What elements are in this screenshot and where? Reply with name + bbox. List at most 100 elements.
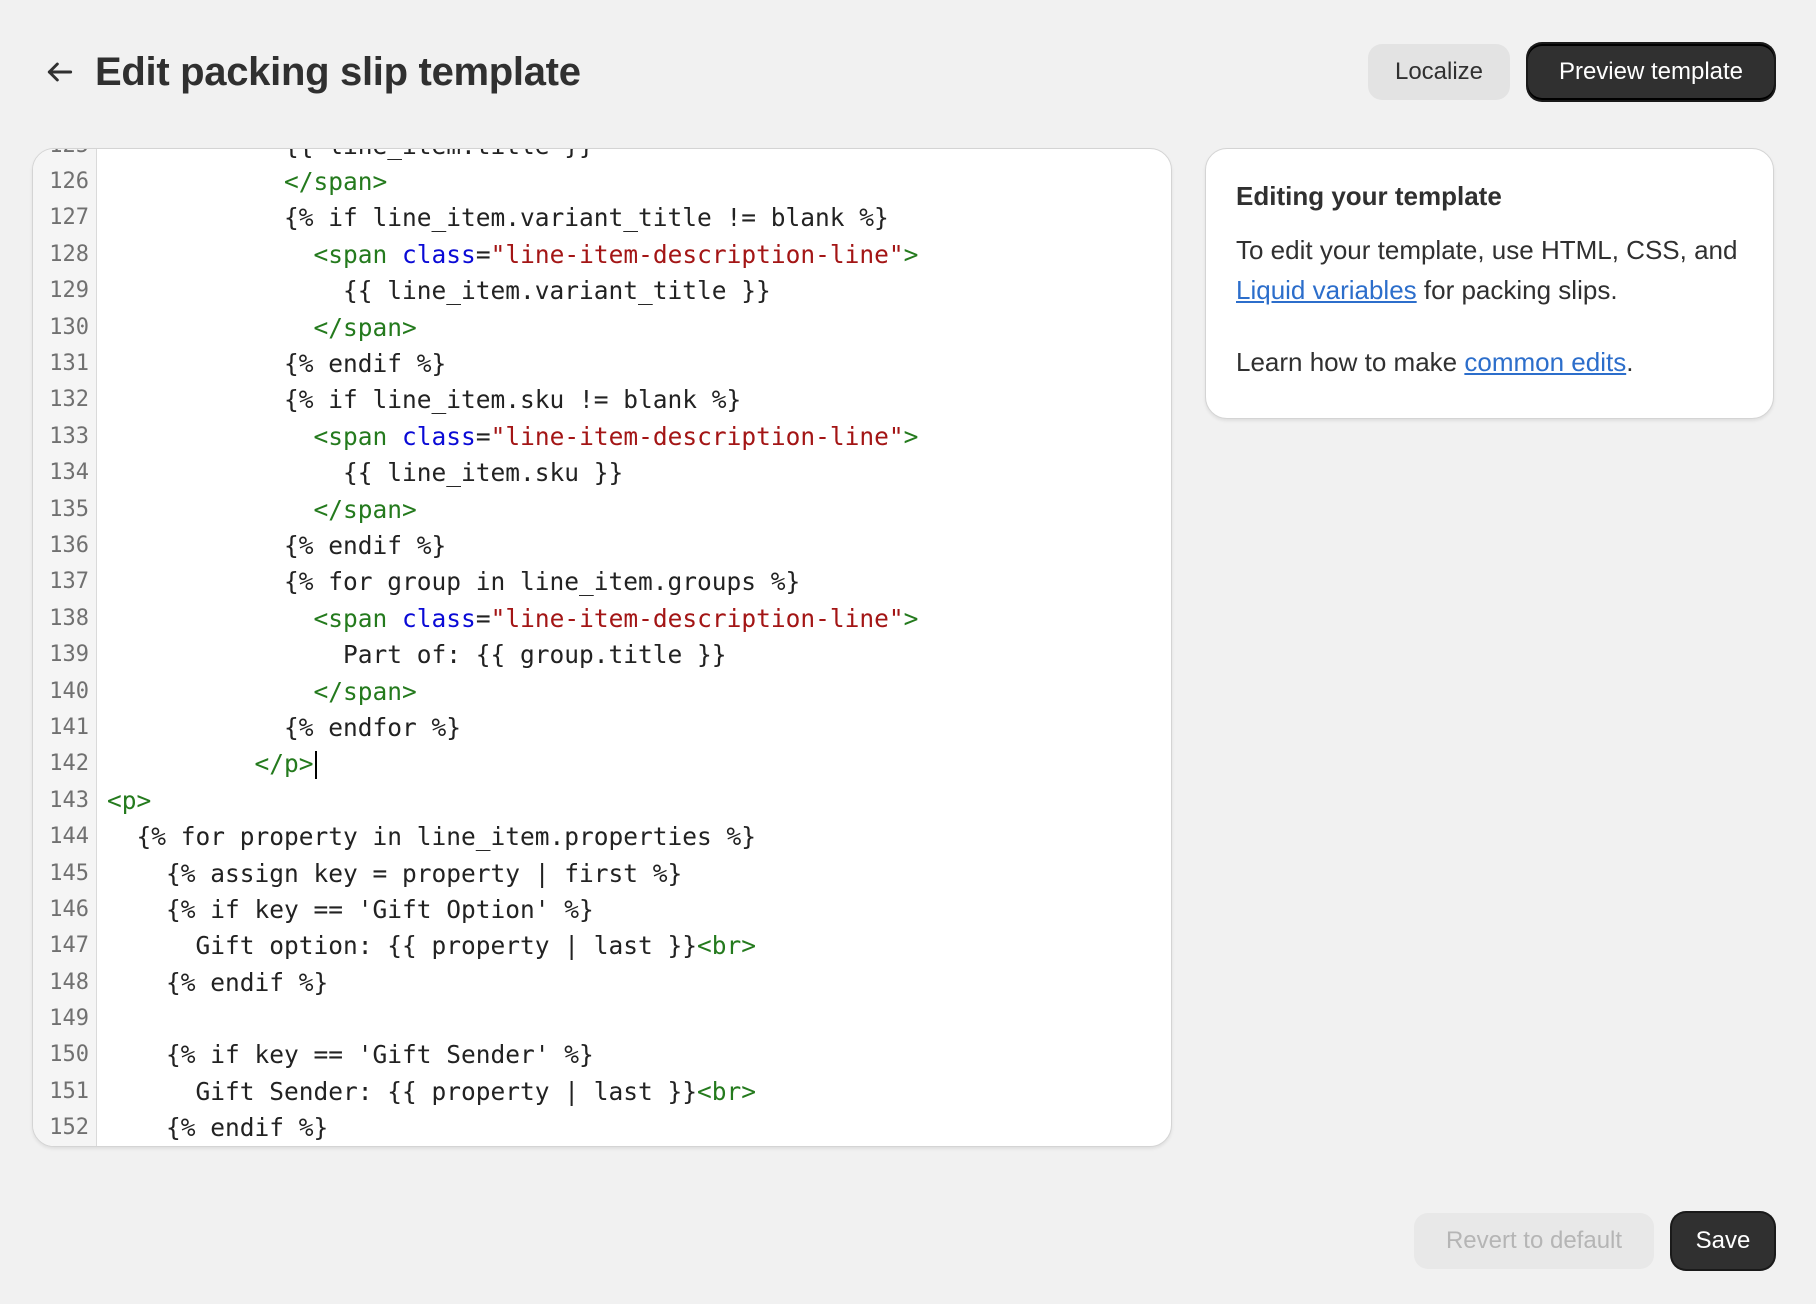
preview-template-button[interactable]: Preview template xyxy=(1528,44,1774,100)
code-line[interactable]: 148 {% endif %} xyxy=(33,964,1171,1000)
line-number: 133 xyxy=(49,423,89,449)
code-line[interactable]: 143 <p> xyxy=(33,782,1171,818)
code-line[interactable]: 142 </p> xyxy=(33,746,1171,782)
line-number: 145 xyxy=(49,860,89,886)
code-line[interactable]: 127 {% if line_item.variant_title != bla… xyxy=(33,200,1171,236)
line-number: 151 xyxy=(49,1078,89,1104)
liquid-variables-link[interactable]: Liquid variables xyxy=(1236,275,1417,305)
code-line[interactable]: 150 {% if key == 'Gift Sender' %} xyxy=(33,1037,1171,1073)
code-line[interactable]: 152 {% endif %} xyxy=(33,1110,1171,1146)
code-text[interactable]: {% endif %} xyxy=(97,1113,328,1142)
code-text[interactable]: Gift option: {{ property | last }}<br> xyxy=(97,931,757,960)
footer-actions: Revert to default Save xyxy=(1414,1213,1774,1269)
revert-to-default-button[interactable]: Revert to default xyxy=(1414,1213,1654,1269)
code-lines[interactable]: 125 {{ line_item.title }}126 </span>127 … xyxy=(33,149,1171,1146)
code-text[interactable]: <span class="line-item-description-line"… xyxy=(97,604,919,633)
code-editor[interactable]: 125 {{ line_item.title }}126 </span>127 … xyxy=(32,148,1172,1147)
code-line[interactable]: 129 {{ line_item.variant_title }} xyxy=(33,273,1171,309)
localize-button[interactable]: Localize xyxy=(1368,44,1510,100)
help-text: . xyxy=(1626,347,1634,377)
code-text[interactable]: <span class="line-item-description-line"… xyxy=(97,422,919,451)
page-title: Edit packing slip template xyxy=(95,50,581,94)
code-line[interactable]: 128 <span class="line-item-description-l… xyxy=(33,236,1171,272)
help-text: To edit your template, use HTML, CSS, an… xyxy=(1236,235,1738,265)
code-text[interactable]: {% if key == 'Gift Option' %} xyxy=(97,895,594,924)
line-number: 142 xyxy=(49,751,89,777)
code-line[interactable]: 132 {% if line_item.sku != blank %} xyxy=(33,382,1171,418)
line-number: 125 xyxy=(33,149,97,158)
help-title: Editing your template xyxy=(1236,181,1502,211)
line-number: 127 xyxy=(49,205,89,231)
back-button[interactable] xyxy=(38,50,82,94)
code-text[interactable]: {% if line_item.variant_title != blank %… xyxy=(97,203,889,232)
code-text[interactable]: </span> xyxy=(97,495,417,524)
code-text[interactable]: <p> xyxy=(97,786,151,815)
code-line[interactable]: 151 Gift Sender: {{ property | last }}<b… xyxy=(33,1073,1171,1109)
help-paragraph-edits: Learn how to make common edits. xyxy=(1236,342,1743,382)
code-line[interactable]: 135 </span> xyxy=(33,491,1171,527)
code-text[interactable]: {% if line_item.sku != blank %} xyxy=(97,385,741,414)
code-line[interactable]: 141 {% endfor %} xyxy=(33,709,1171,745)
code-line[interactable]: 139 Part of: {{ group.title }} xyxy=(33,636,1171,672)
line-number: 150 xyxy=(49,1042,89,1068)
code-text[interactable]: {% endif %} xyxy=(97,531,446,560)
code-line[interactable]: 136 {% endif %} xyxy=(33,527,1171,563)
code-line[interactable]: 133 <span class="line-item-description-l… xyxy=(33,418,1171,454)
code-text[interactable]: Gift Sender: {{ property | last }}<br> xyxy=(97,1077,757,1106)
common-edits-link[interactable]: common edits xyxy=(1464,347,1626,377)
code-text[interactable]: {{ line_item.variant_title }} xyxy=(97,276,771,305)
code-line[interactable]: 131 {% endif %} xyxy=(33,345,1171,381)
code-text[interactable]: {% for property in line_item.properties … xyxy=(97,822,757,851)
code-text[interactable]: {% assign key = property | first %} xyxy=(97,859,682,888)
code-line[interactable]: 125 {{ line_item.title }} xyxy=(33,149,1171,163)
code-line[interactable]: 149 xyxy=(33,1000,1171,1036)
help-card: Editing your template To edit your templ… xyxy=(1205,148,1774,419)
line-number: 141 xyxy=(49,714,89,740)
arrow-left-icon xyxy=(47,62,73,82)
line-number: 137 xyxy=(49,569,89,595)
line-number: 152 xyxy=(49,1115,89,1141)
line-number: 132 xyxy=(49,387,89,413)
line-number: 140 xyxy=(49,678,89,704)
line-number: 129 xyxy=(49,278,89,304)
code-line[interactable]: 138 <span class="line-item-description-l… xyxy=(33,600,1171,636)
code-text[interactable]: {% endif %} xyxy=(97,349,446,378)
line-number: 143 xyxy=(49,787,89,813)
line-number: 136 xyxy=(49,532,89,558)
code-text[interactable]: {{ line_item.sku }} xyxy=(97,458,623,487)
code-text[interactable]: {{ line_item.title }} xyxy=(97,149,594,160)
line-number: 126 xyxy=(49,169,89,195)
code-text[interactable]: {% endfor %} xyxy=(97,713,461,742)
page-header: Edit packing slip template Localize Prev… xyxy=(0,0,1816,148)
line-number: 134 xyxy=(49,460,89,486)
line-number: 138 xyxy=(49,605,89,631)
save-button[interactable]: Save xyxy=(1672,1213,1774,1269)
help-text: Learn how to make xyxy=(1236,347,1465,377)
line-number: 144 xyxy=(49,824,89,850)
code-text[interactable]: </span> xyxy=(97,313,417,342)
code-line[interactable]: 147 Gift option: {{ property | last }}<b… xyxy=(33,928,1171,964)
code-text[interactable]: </span> xyxy=(97,167,387,196)
line-number: 146 xyxy=(49,896,89,922)
code-line[interactable]: 145 {% assign key = property | first %} xyxy=(33,855,1171,891)
code-line[interactable]: 126 </span> xyxy=(33,163,1171,199)
code-text[interactable]: Part of: {{ group.title }} xyxy=(97,640,727,669)
line-number: 128 xyxy=(49,241,89,267)
code-text[interactable]: {% for group in line_item.groups %} xyxy=(97,567,800,596)
code-line[interactable]: 137 {% for group in line_item.groups %} xyxy=(33,564,1171,600)
code-text[interactable]: </span> xyxy=(97,677,417,706)
code-text[interactable]: {% endif %} xyxy=(97,968,328,997)
code-line[interactable]: 146 {% if key == 'Gift Option' %} xyxy=(33,891,1171,927)
code-line[interactable]: 140 </span> xyxy=(33,673,1171,709)
code-line[interactable]: 134 {{ line_item.sku }} xyxy=(33,455,1171,491)
line-number: 139 xyxy=(49,642,89,668)
line-number: 148 xyxy=(49,969,89,995)
code-text[interactable]: <span class="line-item-description-line"… xyxy=(97,240,919,269)
code-line[interactable]: 130 </span> xyxy=(33,309,1171,345)
code-text[interactable]: {% if key == 'Gift Sender' %} xyxy=(97,1040,594,1069)
line-number: 135 xyxy=(49,496,89,522)
code-text[interactable]: </p> xyxy=(97,749,317,779)
help-text: for packing slips. xyxy=(1416,275,1618,305)
help-paragraph-variables: To edit your template, use HTML, CSS, an… xyxy=(1236,230,1743,310)
code-line[interactable]: 144 {% for property in line_item.propert… xyxy=(33,818,1171,854)
